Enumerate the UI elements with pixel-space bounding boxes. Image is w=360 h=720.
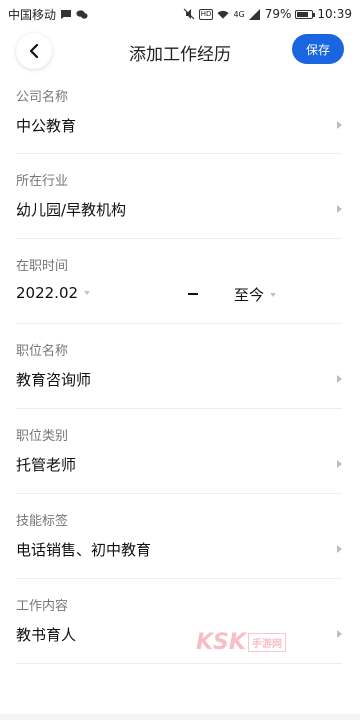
skills-label: 技能标签 xyxy=(16,514,69,529)
content-label: 工作内容 xyxy=(16,599,69,614)
position-value: 教育咨询师 xyxy=(16,371,92,389)
work-experience-form: 公司名称 中公教育 所在行业 幼儿园/早教机构 在职时间 2022.02 至今 … xyxy=(16,78,342,664)
chevron-right-icon xyxy=(337,460,342,468)
mute-icon xyxy=(183,8,195,20)
wechat-icon xyxy=(76,8,88,20)
carrier-label: 中国移动 xyxy=(8,7,57,22)
back-button[interactable] xyxy=(16,33,52,69)
caret-down-icon xyxy=(84,291,91,295)
content-field[interactable]: 工作内容 教书育人 xyxy=(16,579,342,664)
bottom-bar xyxy=(0,714,360,720)
skills-value: 电话销售、初中教育 xyxy=(16,541,152,559)
category-value: 托管老师 xyxy=(16,456,77,474)
status-left: 中国移动 xyxy=(8,6,88,23)
message-icon xyxy=(60,8,72,20)
start-date-picker[interactable]: 2022.02 xyxy=(16,284,91,302)
hd-badge: HD xyxy=(198,8,214,20)
caret-down-icon xyxy=(270,292,277,297)
category-field[interactable]: 职位类别 托管老师 xyxy=(16,409,342,494)
date-range-dash xyxy=(188,293,198,295)
chevron-right-icon xyxy=(337,545,342,553)
page-title: 添加工作经历 xyxy=(129,44,231,65)
category-label: 职位类别 xyxy=(16,429,69,444)
battery-icon xyxy=(295,9,316,19)
start-date-value: 2022.02 xyxy=(16,284,79,302)
save-button[interactable]: 保存 xyxy=(292,34,344,64)
content-value: 教书育人 xyxy=(16,626,77,644)
chevron-right-icon xyxy=(337,630,342,638)
status-right: HD 4G 79% 10:39 xyxy=(183,7,352,21)
end-date-value: 至今 xyxy=(234,286,265,304)
period-label: 在职时间 xyxy=(16,259,69,274)
watermark-main: KSK xyxy=(196,630,246,655)
company-field[interactable]: 公司名称 中公教育 xyxy=(16,78,342,154)
status-bar: 中国移动 HD 4G 79% 10:39 xyxy=(0,0,360,28)
clock: 10:39 xyxy=(317,7,352,21)
wifi-icon xyxy=(217,8,229,20)
company-label: 公司名称 xyxy=(16,90,69,105)
signal-icon xyxy=(248,8,261,20)
watermark-sub: 手游网 xyxy=(247,633,286,652)
industry-value: 幼儿园/早教机构 xyxy=(16,201,127,219)
company-value: 中公教育 xyxy=(16,117,77,135)
period-field: 在职时间 2022.02 至今 xyxy=(16,239,342,324)
chevron-right-icon xyxy=(337,375,342,383)
chevron-left-icon xyxy=(29,44,39,58)
chevron-right-icon xyxy=(337,205,342,213)
industry-field[interactable]: 所在行业 幼儿园/早教机构 xyxy=(16,154,342,239)
battery-percent: 79% xyxy=(264,7,292,21)
header: 添加工作经历 保存 xyxy=(0,28,360,76)
end-date-picker[interactable]: 至今 xyxy=(234,284,277,305)
network-type: 4G xyxy=(233,9,245,19)
position-label: 职位名称 xyxy=(16,344,69,359)
position-field[interactable]: 职位名称 教育咨询师 xyxy=(16,324,342,409)
watermark-logo: KSK 手游网 xyxy=(196,630,286,655)
skills-field[interactable]: 技能标签 电话销售、初中教育 xyxy=(16,494,342,579)
chevron-right-icon xyxy=(337,121,342,129)
industry-label: 所在行业 xyxy=(16,174,69,189)
battery-fill xyxy=(297,11,309,17)
